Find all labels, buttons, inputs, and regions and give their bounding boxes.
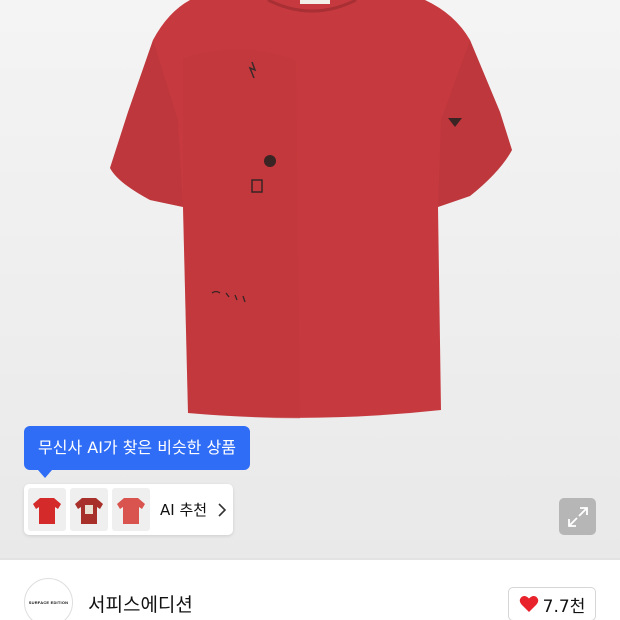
brand-name[interactable]: 서피스에디션	[88, 590, 193, 617]
red-tshirt-thumbnail-icon	[117, 497, 145, 524]
ai-recommend-label: AI 추천	[160, 501, 208, 519]
red-tshirt-thumbnail-icon	[33, 497, 61, 524]
tooltip-tail	[38, 470, 52, 478]
like-count: 7.7천	[542, 596, 586, 617]
heart-icon	[519, 596, 538, 612]
red-graphic-tshirt-thumbnail-icon	[75, 497, 103, 524]
ai-recommend-tooltip[interactable]: 무신사 AI가 찾은 비슷한 상품	[24, 426, 250, 478]
ai-recommend-card[interactable]: AI 추천	[24, 484, 233, 535]
tshirt-shape	[110, 0, 512, 418]
like-button[interactable]: 7.7천	[508, 587, 596, 620]
recommend-thumb-2[interactable]	[70, 488, 108, 531]
product-image-area[interactable]: 무신사 AI가 찾은 비슷한 상품 AI 추천	[0, 0, 620, 558]
product-image	[110, 0, 512, 419]
ai-tooltip-text: 무신사 AI가 찾은 비슷한 상품	[38, 438, 236, 457]
recommend-thumb-3[interactable]	[112, 488, 150, 531]
expand-image-button[interactable]	[559, 498, 596, 535]
chevron-right-icon	[218, 502, 227, 517]
brand-logo-text: SURFACE EDITION	[28, 600, 69, 605]
brand-bar: SURFACE EDITION 서피스에디션 7.7천	[0, 560, 620, 620]
expand-icon	[567, 506, 588, 527]
recommend-thumb-1[interactable]	[28, 488, 66, 531]
brand-logo[interactable]: SURFACE EDITION	[24, 578, 73, 620]
